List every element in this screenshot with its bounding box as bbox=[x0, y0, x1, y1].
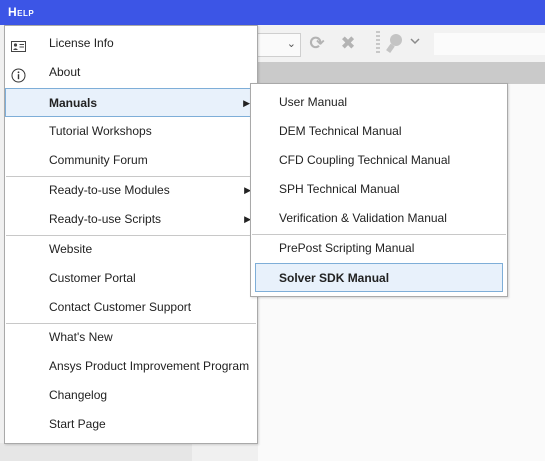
menu-item-label: Solver SDK Manual bbox=[279, 271, 390, 285]
menu-item-label: Tutorial Workshops bbox=[49, 124, 152, 138]
menu-item-label: Start Page bbox=[49, 417, 106, 431]
status-strip bbox=[0, 443, 192, 461]
menu-bar: Help bbox=[0, 0, 545, 25]
menu-item-changelog[interactable]: Changelog bbox=[5, 381, 257, 410]
id-card-icon bbox=[11, 36, 26, 52]
help-menu-label: Help bbox=[8, 5, 35, 19]
menu-item-customer-portal[interactable]: Customer Portal bbox=[5, 264, 257, 293]
menu-item-tutorial-workshops[interactable]: Tutorial Workshops bbox=[5, 117, 257, 146]
menu-item-label: DEM Technical Manual bbox=[279, 124, 402, 138]
toolbar-combobox[interactable]: ⌄ bbox=[258, 33, 301, 57]
menu-item-website[interactable]: Website bbox=[5, 235, 257, 264]
tab-strip bbox=[258, 62, 545, 84]
menu-item-label: About bbox=[49, 65, 81, 79]
menu-item-ready-to-use-scripts[interactable]: Ready-to-use Scripts ▶ bbox=[5, 205, 257, 234]
menu-item-label: Ready-to-use Modules bbox=[49, 183, 170, 197]
wrench-dropdown-icon[interactable] bbox=[384, 31, 422, 55]
toolbar-grip[interactable] bbox=[376, 31, 380, 55]
help-menu: License Info About Manuals ▶ Tutorial Wo… bbox=[4, 25, 258, 444]
menu-item-about[interactable]: About bbox=[5, 58, 257, 87]
menu-item-label: Contact Customer Support bbox=[49, 300, 192, 314]
submenu-item-solver-sdk-manual[interactable]: Solver SDK Manual bbox=[255, 263, 503, 292]
menu-item-label: Verification & Validation Manual bbox=[279, 211, 447, 225]
refresh-icon[interactable]: ⟳ bbox=[306, 31, 328, 55]
menu-item-whats-new[interactable]: What's New bbox=[5, 323, 257, 352]
submenu-item-user-manual[interactable]: User Manual bbox=[251, 88, 507, 117]
menu-item-label: Ansys Product Improvement Program bbox=[49, 359, 250, 373]
menu-item-label: Ready-to-use Scripts bbox=[49, 212, 162, 226]
toolbar-empty-area bbox=[434, 33, 545, 55]
help-menu-button[interactable]: Help bbox=[0, 0, 43, 25]
menu-item-label: PrePost Scripting Manual bbox=[279, 241, 415, 255]
menu-item-label: Manuals bbox=[49, 96, 98, 110]
menu-item-label: What's New bbox=[49, 330, 113, 344]
menu-item-start-page[interactable]: Start Page bbox=[5, 410, 257, 439]
menu-item-ready-to-use-modules[interactable]: Ready-to-use Modules ▶ bbox=[5, 176, 257, 205]
submenu-item-prepost-scripting-manual[interactable]: PrePost Scripting Manual bbox=[251, 234, 507, 263]
toolbar: ⌄ ⟳ ✖ bbox=[258, 25, 545, 62]
manuals-submenu: User Manual DEM Technical Manual CFD Cou… bbox=[250, 83, 508, 297]
menu-item-label: Changelog bbox=[49, 388, 108, 402]
menu-item-label: Community Forum bbox=[49, 153, 148, 167]
menu-item-product-improvement-program[interactable]: Ansys Product Improvement Program bbox=[5, 352, 257, 381]
menu-item-manuals[interactable]: Manuals ▶ bbox=[5, 88, 257, 117]
menu-item-community-forum[interactable]: Community Forum bbox=[5, 146, 257, 175]
menu-item-label: Website bbox=[49, 242, 93, 256]
chevron-down-icon: ⌄ bbox=[286, 38, 296, 50]
menu-item-label: CFD Coupling Technical Manual bbox=[279, 153, 451, 167]
menu-item-label: SPH Technical Manual bbox=[279, 182, 400, 196]
close-icon[interactable]: ✖ bbox=[337, 31, 359, 55]
menu-item-contact-customer-support[interactable]: Contact Customer Support bbox=[5, 293, 257, 322]
menu-item-label: Customer Portal bbox=[49, 271, 136, 285]
submenu-item-sph-technical-manual[interactable]: SPH Technical Manual bbox=[251, 175, 507, 204]
menu-item-label: License Info bbox=[49, 36, 114, 50]
menu-item-license-info[interactable]: License Info bbox=[5, 29, 257, 58]
submenu-item-verification-validation-manual[interactable]: Verification & Validation Manual bbox=[251, 204, 507, 233]
submenu-item-dem-technical-manual[interactable]: DEM Technical Manual bbox=[251, 117, 507, 146]
menu-item-label: User Manual bbox=[279, 95, 348, 109]
info-icon bbox=[11, 65, 26, 83]
submenu-arrow-icon: ▶ bbox=[243, 98, 250, 108]
submenu-item-cfd-coupling-technical-manual[interactable]: CFD Coupling Technical Manual bbox=[251, 146, 507, 175]
